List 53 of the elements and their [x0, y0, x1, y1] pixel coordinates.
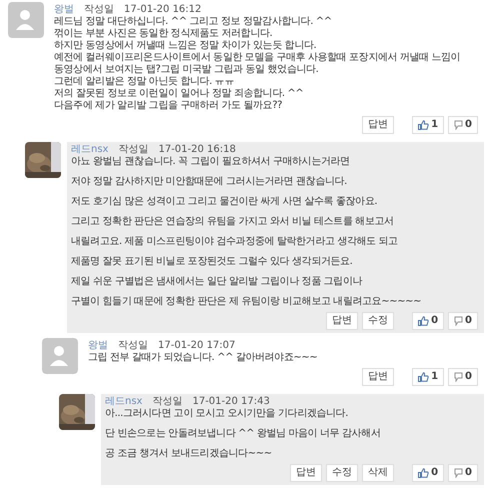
thumbs-up-icon	[418, 372, 430, 382]
speech-bubble-icon	[454, 372, 464, 382]
dislike-button[interactable]: 0	[448, 368, 478, 386]
comment-text: 저도 호기심 많은 성격이고 그리고 물건이란 싸게 사면 살수록 좋잖아요.	[71, 196, 378, 208]
comment-text: 다음주에 제가 알리발 그립을 구매하러 가도 될까요??	[54, 100, 284, 112]
action-button[interactable]: 답변	[362, 116, 394, 134]
comment-text: 아뇨 왕벌님 괜찮습니다. 꼭 그립이 필요하셔서 구매하시는거라면	[71, 156, 351, 168]
comment-text: 구별이 힘들기 때문에 정확한 판단은 제 유팀이랑 비교해보고 내릴려고요~~~~~	[71, 296, 422, 308]
comment-text: 예전에 컬러웨이프리온드사이트에서 동일한 모델을 구매후 사용할때 포장지에서 꺼낼때 느낌이	[54, 52, 462, 64]
like-button[interactable]: 0	[412, 312, 444, 330]
speech-bubble-icon	[454, 468, 464, 478]
avatar-icon	[8, 2, 44, 38]
speech-bubble-icon	[454, 316, 464, 326]
thumbs-up-icon	[418, 316, 430, 326]
comment-text: 그런데 알리발은 정말 아닌듯 합니다. ㅠㅠ	[54, 76, 235, 88]
comment-text: 동영상에서 보여지는 탭?그립 미국발 그립과 동일 했었습니다.	[54, 64, 320, 76]
date-label: 작성일	[118, 340, 148, 352]
dislike-button[interactable]: 0	[448, 312, 478, 330]
speech-bubble-icon	[454, 120, 464, 130]
comment-text: 저야 정말 감사하지만 미안함때문에 그러시는거라면 괜찮습니다.	[71, 176, 348, 188]
comment-date: 17-01-20 17:07	[158, 340, 236, 352]
comment-text: 그립 전부 갈때가 되었습니다. ^^ 갈아버려야죠~~~	[88, 352, 318, 364]
action-button[interactable]: 답변	[290, 464, 322, 482]
comment-text: 레드님 정말 대단하십니다. ^^ 그리고 정보 정말감사합니다. ^^	[54, 16, 333, 28]
date-label: 작성일	[84, 4, 114, 16]
dislike-button[interactable]: 0	[448, 116, 478, 134]
date-label: 작성일	[152, 396, 182, 408]
like-button[interactable]: 1	[412, 116, 444, 134]
thumbs-up-icon	[418, 468, 430, 478]
date-label: 작성일	[118, 144, 148, 156]
action-button[interactable]: 수정	[362, 312, 394, 330]
comment-text: 저의 잘못된 정보로 이런일이 일어나 정말 죄송합니다. ^^	[54, 88, 304, 100]
comment-text: 내릴려고요. 제품 미스프린팅이야 검수과정중에 탈락한거라고 생각해도 되고	[71, 236, 399, 248]
comment-text: 공 조금 챙겨서 보내드리겠습니다~~~	[105, 448, 273, 460]
comment-text: 꺾이는 부분 사진은 동일한 정식제품도 저러합니다.	[54, 28, 274, 40]
comment-text: 단 빈손으로는 안돌려보냅니다 ^^ 왕벌님 마음이 너무 감사해서	[105, 428, 382, 440]
action-button[interactable]: 삭제	[362, 464, 394, 482]
dislike-button[interactable]: 0	[448, 464, 478, 482]
comment-text: 하지만 동영상에서 꺼낼때 느낌은 정말 차이가 있는듯 합니다.	[54, 40, 318, 52]
avatar-icon	[42, 338, 78, 374]
thumbs-up-icon	[418, 120, 430, 130]
comment-text: 제품명 잘못 표기된 비닐로 포장된것도 그럴수 있다 생각되거든요.	[71, 256, 354, 268]
like-button[interactable]: 1	[412, 368, 444, 386]
comment-date: 17-01-20 16:18	[158, 144, 236, 156]
action-button[interactable]: 답변	[326, 312, 358, 330]
comment-date: 17-01-20 17:43	[192, 396, 270, 408]
comment-text: 제일 쉬운 구별법은 냄새에서는 일단 알리발 그립이나 정품 그립이나	[71, 276, 364, 288]
comment-date: 17-01-20 16:12	[124, 4, 202, 16]
like-button[interactable]: 0	[412, 464, 444, 482]
comment-text: 그리고 정확한 판단은 연습장의 유팀을 가지고 와서 비닐 테스트를 해보고서	[71, 216, 395, 228]
action-button[interactable]: 수정	[326, 464, 358, 482]
comment-text: 아...그러시다면 고이 모시고 오시기만을 기다리겠습니다.	[105, 408, 350, 420]
action-button[interactable]: 답변	[362, 368, 394, 386]
